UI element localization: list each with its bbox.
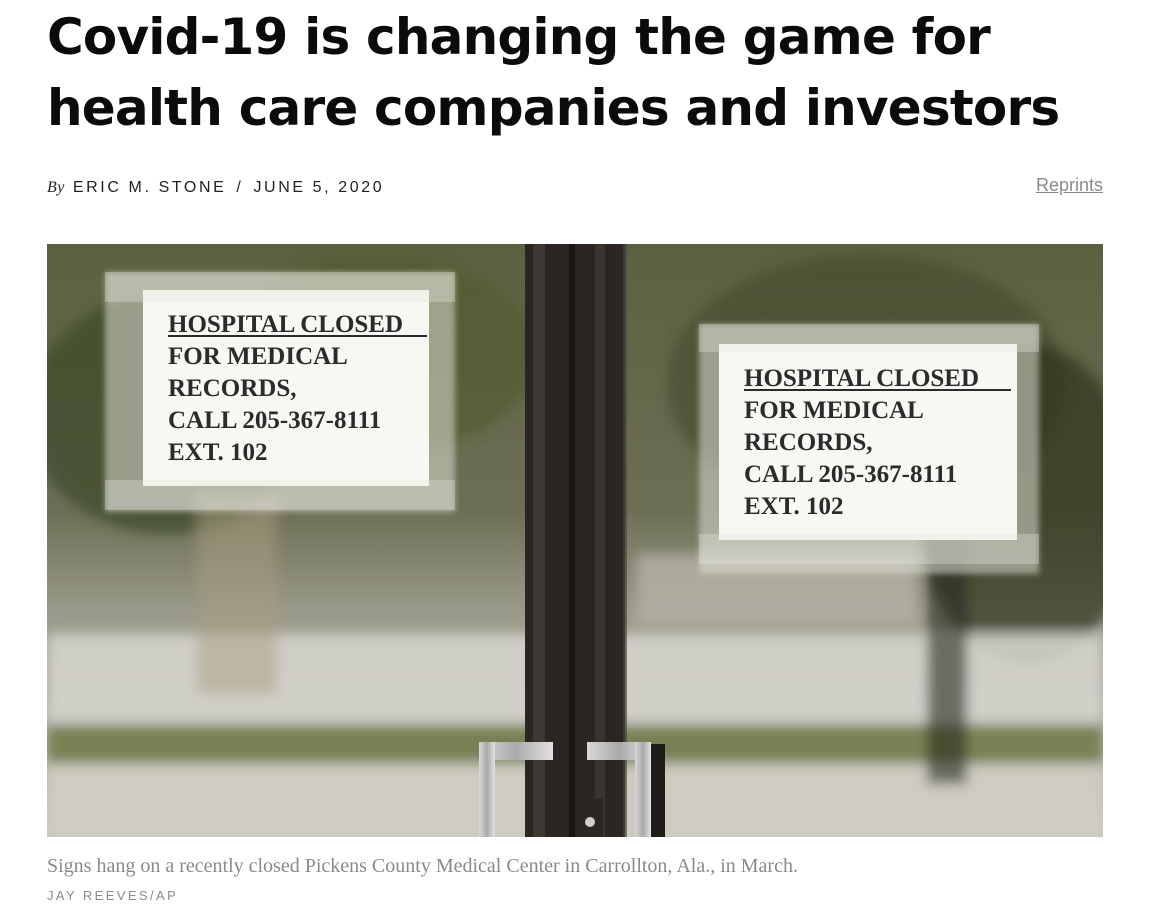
reprints-link[interactable]: Reprints bbox=[1036, 175, 1103, 196]
byline-author[interactable]: ERIC M. STONE bbox=[73, 179, 227, 197]
article-headline: Covid-19 is changing the game for health… bbox=[47, 8, 1060, 137]
byline-by: By bbox=[47, 179, 65, 196]
right-sign-line: FOR MEDICAL bbox=[744, 397, 924, 424]
right-sign-line: CALL 205-367-8111 bbox=[744, 461, 957, 488]
left-sign-line: EXT. 102 bbox=[168, 439, 268, 466]
left-sign-line: FOR MEDICAL bbox=[168, 343, 348, 370]
left-sign-title: HOSPITAL CLOSED bbox=[168, 311, 403, 338]
right-sign-line: EXT. 102 bbox=[744, 493, 844, 520]
byline-separator: / bbox=[236, 179, 244, 196]
photo-caption: Signs hang on a recently closed Pickens … bbox=[47, 855, 798, 877]
left-sign-line: RECORDS, bbox=[168, 375, 297, 402]
right-sign-line: RECORDS, bbox=[744, 429, 873, 456]
left-sign-line: CALL 205-367-8111 bbox=[168, 407, 381, 434]
right-sign-title: HOSPITAL CLOSED bbox=[744, 365, 979, 392]
photo-illustration: HOSPITAL CLOSED FOR MEDICAL RECORDS, CAL… bbox=[47, 244, 1103, 837]
article-photo: HOSPITAL CLOSED FOR MEDICAL RECORDS, CAL… bbox=[47, 244, 1103, 837]
photo-credit: JAY REEVES/AP bbox=[47, 888, 179, 903]
byline: By ERIC M. STONE / JUNE 5, 2020 bbox=[47, 176, 384, 200]
byline-date: JUNE 5, 2020 bbox=[253, 179, 385, 196]
